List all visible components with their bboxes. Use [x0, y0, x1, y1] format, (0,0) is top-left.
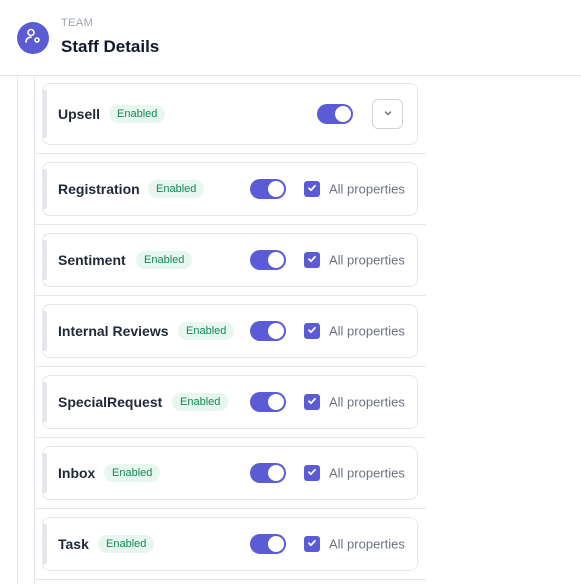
- status-badge: Enabled: [172, 393, 229, 411]
- all-properties-label: All properties: [329, 181, 405, 197]
- check-icon: [307, 464, 317, 482]
- module-name: Registration: [58, 181, 140, 197]
- status-badge: Enabled: [98, 535, 155, 553]
- all-properties-checkbox[interactable]: [304, 536, 320, 552]
- all-properties-label: All properties: [329, 465, 405, 481]
- all-properties-label: All properties: [329, 394, 405, 410]
- toggle-knob: [335, 106, 351, 122]
- page-header: TEAM Staff Details: [0, 0, 581, 76]
- module-toggle[interactable]: [317, 104, 353, 124]
- check-icon: [307, 322, 317, 340]
- module-toggle[interactable]: [250, 179, 286, 199]
- card-accent-stripe: [43, 453, 47, 493]
- team-avatar: [17, 22, 49, 54]
- divider: [35, 224, 426, 225]
- all-properties-checkbox[interactable]: [304, 323, 320, 339]
- status-badge: Enabled: [178, 322, 235, 340]
- toggle-knob: [268, 465, 284, 481]
- page-title: Staff Details: [61, 37, 160, 56]
- check-icon: [307, 535, 317, 553]
- divider: [35, 153, 426, 154]
- check-icon: [307, 393, 317, 411]
- status-badge: Enabled: [148, 180, 205, 198]
- toggle-knob: [268, 181, 284, 197]
- divider: [35, 579, 426, 580]
- toggle-knob: [268, 323, 284, 339]
- module-name: Inbox: [58, 465, 96, 481]
- left-rail: [17, 76, 18, 584]
- card-accent-stripe: [43, 240, 47, 280]
- chevron-down-icon: [383, 105, 393, 123]
- module-toggle[interactable]: [250, 463, 286, 483]
- user-cog-icon: [24, 27, 42, 50]
- module-card-internal-reviews: Internal Reviews Enabled All properties: [42, 304, 418, 358]
- divider: [35, 437, 426, 438]
- card-accent-stripe: [43, 90, 47, 138]
- card-accent-stripe: [43, 524, 47, 564]
- module-toggle[interactable]: [250, 392, 286, 412]
- module-name: Internal Reviews: [58, 323, 169, 339]
- divider: [35, 508, 426, 509]
- status-badge: Enabled: [109, 105, 166, 123]
- section-eyebrow: TEAM: [61, 17, 94, 29]
- module-toggle[interactable]: [250, 321, 286, 341]
- all-properties-label: All properties: [329, 323, 405, 339]
- all-properties-checkbox[interactable]: [304, 465, 320, 481]
- all-properties-checkbox[interactable]: [304, 394, 320, 410]
- module-card-upsell: Upsell Enabled: [42, 83, 418, 145]
- module-card-inbox: Inbox Enabled All properties: [42, 446, 418, 500]
- card-accent-stripe: [43, 311, 47, 351]
- module-card-special-request: SpecialRequest Enabled All properties: [42, 375, 418, 429]
- module-toggle[interactable]: [250, 250, 286, 270]
- all-properties-label: All properties: [329, 536, 405, 552]
- module-card-sentiment: Sentiment Enabled All properties: [42, 233, 418, 287]
- card-accent-stripe: [43, 382, 47, 422]
- divider: [35, 295, 426, 296]
- card-accent-stripe: [43, 169, 47, 209]
- status-badge: Enabled: [104, 464, 161, 482]
- toggle-knob: [268, 536, 284, 552]
- module-card-task: Task Enabled All properties: [42, 517, 418, 571]
- module-name: SpecialRequest: [58, 394, 163, 410]
- toggle-knob: [268, 394, 284, 410]
- divider: [35, 366, 426, 367]
- module-name: Upsell: [58, 106, 101, 122]
- module-toggle[interactable]: [250, 534, 286, 554]
- status-badge: Enabled: [136, 251, 193, 269]
- expand-button[interactable]: [372, 99, 403, 129]
- check-icon: [307, 180, 317, 198]
- module-card-registration: Registration Enabled All properties: [42, 162, 418, 216]
- all-properties-label: All properties: [329, 252, 405, 268]
- module-name: Task: [58, 536, 89, 552]
- module-name: Sentiment: [58, 252, 126, 268]
- check-icon: [307, 251, 317, 269]
- toggle-knob: [268, 252, 284, 268]
- all-properties-checkbox[interactable]: [304, 252, 320, 268]
- all-properties-checkbox[interactable]: [304, 181, 320, 197]
